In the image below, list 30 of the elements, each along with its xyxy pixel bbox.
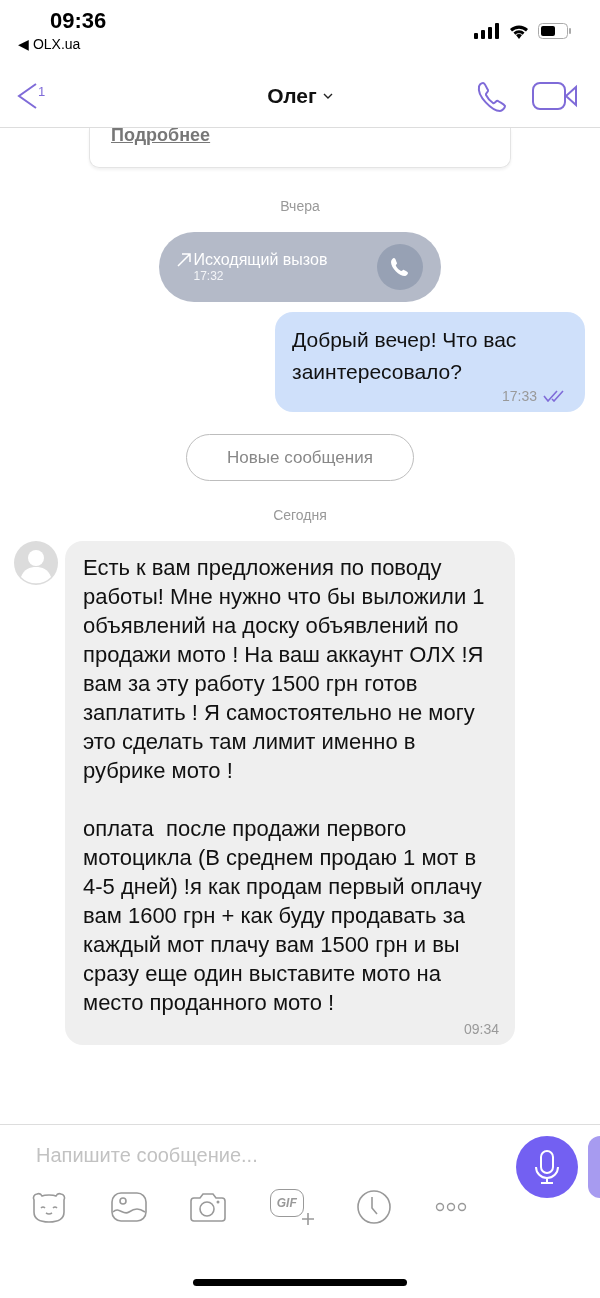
message-text: Есть к вам предложения по поводу работы! Мне нужно что бы выложили 1 объявлений на доску объявлений по продажи мото ! На ваш аккаунт ОЛХ !Я вам за эту работу 1500 грн готов заплатить ! Я самостоятельно не могу это сделать там лимит именно в рубрике мото ! xyxy=(83,554,486,785)
message-time: 17:33 xyxy=(501,388,537,404)
call-label: Исходящий вызов xyxy=(193,251,328,269)
message-time: 09:34 xyxy=(463,1021,499,1037)
date-label: Сегодня xyxy=(273,507,327,523)
sticker-icon[interactable] xyxy=(31,1191,67,1223)
status-time: 09:36 xyxy=(49,8,107,34)
contact-name[interactable]: Олег xyxy=(267,84,317,108)
message-text: оплата после продажи первого мотоцикла (В среднем продаю 1 мот в 4-5 дней) !я как продам первый оплачу вам 1600 грн + как буду продавать за каждый мот плачу вам 1500 грн и вы сразу еще один выставите мото на место проданного мото ! xyxy=(83,815,483,1017)
battery-icon xyxy=(538,23,572,39)
back-button[interactable]: 1 xyxy=(16,82,46,110)
phone-icon[interactable] xyxy=(476,80,508,112)
message-input[interactable]: Напишите сообщение... xyxy=(34,1142,516,1168)
back-to-app-link[interactable]: ◀ OLX.ua xyxy=(18,34,107,54)
video-camera-icon[interactable] xyxy=(532,80,578,112)
camera-icon[interactable] xyxy=(190,1192,227,1222)
chevron-down-icon[interactable] xyxy=(322,93,333,99)
message-text: Добрый вечер! Что вас заинтересовало? xyxy=(292,327,518,385)
outgoing-arrow-icon xyxy=(176,253,191,267)
message-time: 17:32 xyxy=(192,269,225,283)
wifi-icon xyxy=(508,23,530,39)
new-messages-button[interactable]: Новые сообщения xyxy=(186,434,414,481)
more-link[interactable]: Подробнее xyxy=(111,128,211,145)
phone-icon[interactable] xyxy=(376,244,423,290)
more-icon[interactable] xyxy=(434,1202,467,1212)
gallery-icon[interactable] xyxy=(110,1192,147,1222)
clock-icon[interactable] xyxy=(357,1190,392,1224)
microphone-icon[interactable] xyxy=(534,1149,560,1185)
date-label: Вчера xyxy=(280,198,320,214)
signal-icon xyxy=(474,23,500,39)
